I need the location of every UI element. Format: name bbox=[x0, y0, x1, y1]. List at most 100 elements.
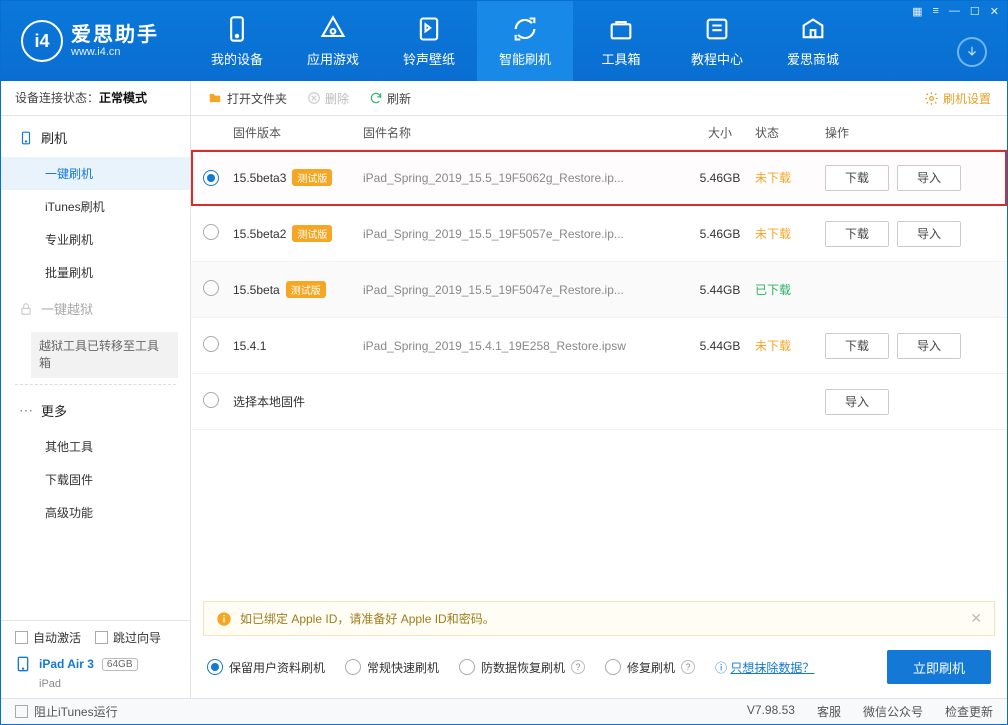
device-status-line: 设备连接状态：正常模式 bbox=[1, 81, 190, 116]
nav-icon bbox=[319, 15, 347, 43]
open-folder-button[interactable]: 打开文件夹 bbox=[207, 90, 287, 107]
statusbar-wechat[interactable]: 微信公众号 bbox=[863, 703, 923, 720]
nav-tab-1[interactable]: 应用游戏 bbox=[285, 1, 381, 81]
info-icon bbox=[216, 611, 232, 627]
statusbar-update[interactable]: 检查更新 bbox=[945, 703, 993, 720]
sidebar-item[interactable]: 其他工具 bbox=[1, 430, 190, 463]
device-info[interactable]: iPad Air 3 64GB bbox=[1, 654, 190, 678]
row-radio[interactable] bbox=[203, 336, 219, 352]
row-version: 15.4.1 bbox=[233, 339, 266, 353]
sidebar-item[interactable]: iTunes刷机 bbox=[1, 190, 190, 223]
flash-option[interactable]: 常规快速刷机 bbox=[345, 659, 439, 676]
flash-options-bar: 保留用户资料刷机 常规快速刷机 防数据恢复刷机 ? 修复刷机 ? ⓘ 只想抹除数据？ 立即… bbox=[191, 636, 1007, 698]
refresh-button[interactable]: 刷新 bbox=[369, 90, 411, 107]
row-radio[interactable] bbox=[203, 280, 219, 296]
delete-icon bbox=[307, 91, 321, 105]
beta-tag: 测试版 bbox=[292, 169, 332, 186]
row-action-button[interactable]: 导入 bbox=[825, 389, 889, 415]
sidebar-item[interactable]: 一键刷机 bbox=[1, 157, 190, 190]
option-radio[interactable] bbox=[605, 659, 621, 675]
device-status-label: 设备连接状态： bbox=[15, 91, 99, 105]
row-action-button[interactable]: 下载 bbox=[825, 333, 889, 359]
block-itunes-checkbox[interactable]: 阻止iTunes运行 bbox=[15, 703, 118, 720]
table-header: 固件版本 固件名称 大小 状态 操作 bbox=[191, 116, 1007, 150]
sidebar-item[interactable]: 下载固件 bbox=[1, 463, 190, 496]
main-content: 打开文件夹 删除 刷新 刷机设置 固件版本 固件名称 大小 状态 操作 bbox=[191, 81, 1007, 698]
th-action: 操作 bbox=[825, 124, 995, 141]
row-version: 选择本地固件 bbox=[233, 395, 305, 409]
beta-tag: 测试版 bbox=[292, 225, 332, 242]
nav-tab-2[interactable]: 铃声壁纸 bbox=[381, 1, 477, 81]
auto-activate-checkbox[interactable]: 自动激活 bbox=[15, 629, 81, 646]
logo: i4 爱思助手 www.i4.cn bbox=[1, 20, 189, 62]
flash-now-button[interactable]: 立即刷机 bbox=[887, 650, 991, 684]
window-minimize-icon[interactable]: — bbox=[949, 5, 960, 18]
sidebar-item[interactable]: 高级功能 bbox=[1, 496, 190, 529]
table-row: 15.5beta2 测试版 iPad_Spring_2019_15.5_19F505… bbox=[191, 206, 1007, 262]
row-version: 15.5beta3 bbox=[233, 171, 286, 185]
row-filename: iPad_Spring_2019_15.5_19F5062g_Restore.i… bbox=[363, 171, 624, 185]
row-radio[interactable] bbox=[203, 392, 219, 408]
row-status: 未下载 bbox=[755, 169, 825, 186]
refresh-icon bbox=[369, 91, 383, 105]
beta-tag: 测试版 bbox=[286, 281, 326, 298]
status-bar: 阻止iTunes运行 V7.98.53 客服 微信公众号 检查更新 bbox=[1, 698, 1007, 724]
th-name: 固件名称 bbox=[363, 124, 685, 141]
row-action-button[interactable]: 下载 bbox=[825, 221, 889, 247]
nav-tab-3[interactable]: 智能刷机 bbox=[477, 1, 573, 81]
nav-tab-4[interactable]: 工具箱 bbox=[573, 1, 669, 81]
statusbar-support[interactable]: 客服 bbox=[817, 703, 841, 720]
info-circle-icon: ⓘ bbox=[715, 661, 727, 675]
window-controls: ▦ ≡ — ☐ ✕ bbox=[912, 5, 999, 18]
help-icon[interactable]: ? bbox=[681, 660, 695, 674]
nav-icon bbox=[223, 15, 251, 43]
sidebar-group-more[interactable]: ⋯ 更多 bbox=[1, 391, 190, 430]
notice-text: 如已绑定 Apple ID，请准备好 Apple ID和密码。 bbox=[240, 610, 495, 627]
row-action-button[interactable]: 导入 bbox=[897, 221, 961, 247]
sidebar-group-flash[interactable]: 刷机 bbox=[1, 118, 190, 157]
row-action-button[interactable]: 导入 bbox=[897, 333, 961, 359]
notice-close-icon[interactable]: ✕ bbox=[970, 610, 982, 627]
option-radio[interactable] bbox=[459, 659, 475, 675]
row-radio[interactable] bbox=[203, 170, 219, 186]
erase-data-link[interactable]: 只想抹除数据？ bbox=[730, 661, 814, 675]
row-size: 5.46GB bbox=[685, 227, 755, 241]
sidebar-item[interactable]: 专业刷机 bbox=[1, 223, 190, 256]
nav-icon bbox=[511, 15, 539, 43]
nav-tab-0[interactable]: 我的设备 bbox=[189, 1, 285, 81]
row-action-button[interactable]: 下载 bbox=[825, 165, 889, 191]
window-menu-icon[interactable]: ≡ bbox=[932, 5, 938, 18]
window-close-icon[interactable]: ✕ bbox=[990, 5, 999, 18]
nav-tab-5[interactable]: 教程中心 bbox=[669, 1, 765, 81]
flash-option[interactable]: 修复刷机 ? bbox=[605, 659, 695, 676]
lock-icon bbox=[19, 302, 33, 316]
option-radio[interactable] bbox=[345, 659, 361, 675]
sidebar: 设备连接状态：正常模式 刷机 一键刷机iTunes刷机专业刷机批量刷机 一键越狱… bbox=[1, 81, 191, 698]
row-size: 5.44GB bbox=[685, 339, 755, 353]
row-action-button[interactable]: 导入 bbox=[897, 165, 961, 191]
help-icon[interactable]: ? bbox=[571, 660, 585, 674]
device-status-value: 正常模式 bbox=[99, 91, 147, 105]
gear-icon bbox=[924, 91, 939, 106]
row-radio[interactable] bbox=[203, 224, 219, 240]
row-size: 5.44GB bbox=[685, 283, 755, 297]
flash-option[interactable]: 保留用户资料刷机 bbox=[207, 659, 325, 676]
nav-tab-6[interactable]: 爱思商城 bbox=[765, 1, 861, 81]
th-version: 固件版本 bbox=[233, 124, 363, 141]
delete-button: 删除 bbox=[307, 90, 349, 107]
row-version: 15.5beta2 bbox=[233, 227, 286, 241]
option-radio[interactable] bbox=[207, 659, 223, 675]
more-icon: ⋯ bbox=[19, 403, 33, 417]
appleid-notice: 如已绑定 Apple ID，请准备好 Apple ID和密码。 ✕ bbox=[203, 601, 995, 636]
flash-settings-button[interactable]: 刷机设置 bbox=[924, 90, 991, 107]
flash-option[interactable]: 防数据恢复刷机 ? bbox=[459, 659, 585, 676]
sidebar-group-jailbreak: 一键越狱 bbox=[1, 289, 190, 328]
sidebar-item[interactable]: 批量刷机 bbox=[1, 256, 190, 289]
table-row: 15.4.1iPad_Spring_2019_15.4.1_19E258_Res… bbox=[191, 318, 1007, 374]
window-grid-icon[interactable]: ▦ bbox=[912, 5, 922, 18]
skip-guide-checkbox[interactable]: 跳过向导 bbox=[95, 629, 161, 646]
logo-icon: i4 bbox=[21, 20, 63, 62]
download-progress-icon[interactable] bbox=[957, 37, 987, 67]
row-filename: iPad_Spring_2019_15.5_19F5057e_Restore.i… bbox=[363, 227, 624, 241]
window-maximize-icon[interactable]: ☐ bbox=[970, 5, 980, 18]
